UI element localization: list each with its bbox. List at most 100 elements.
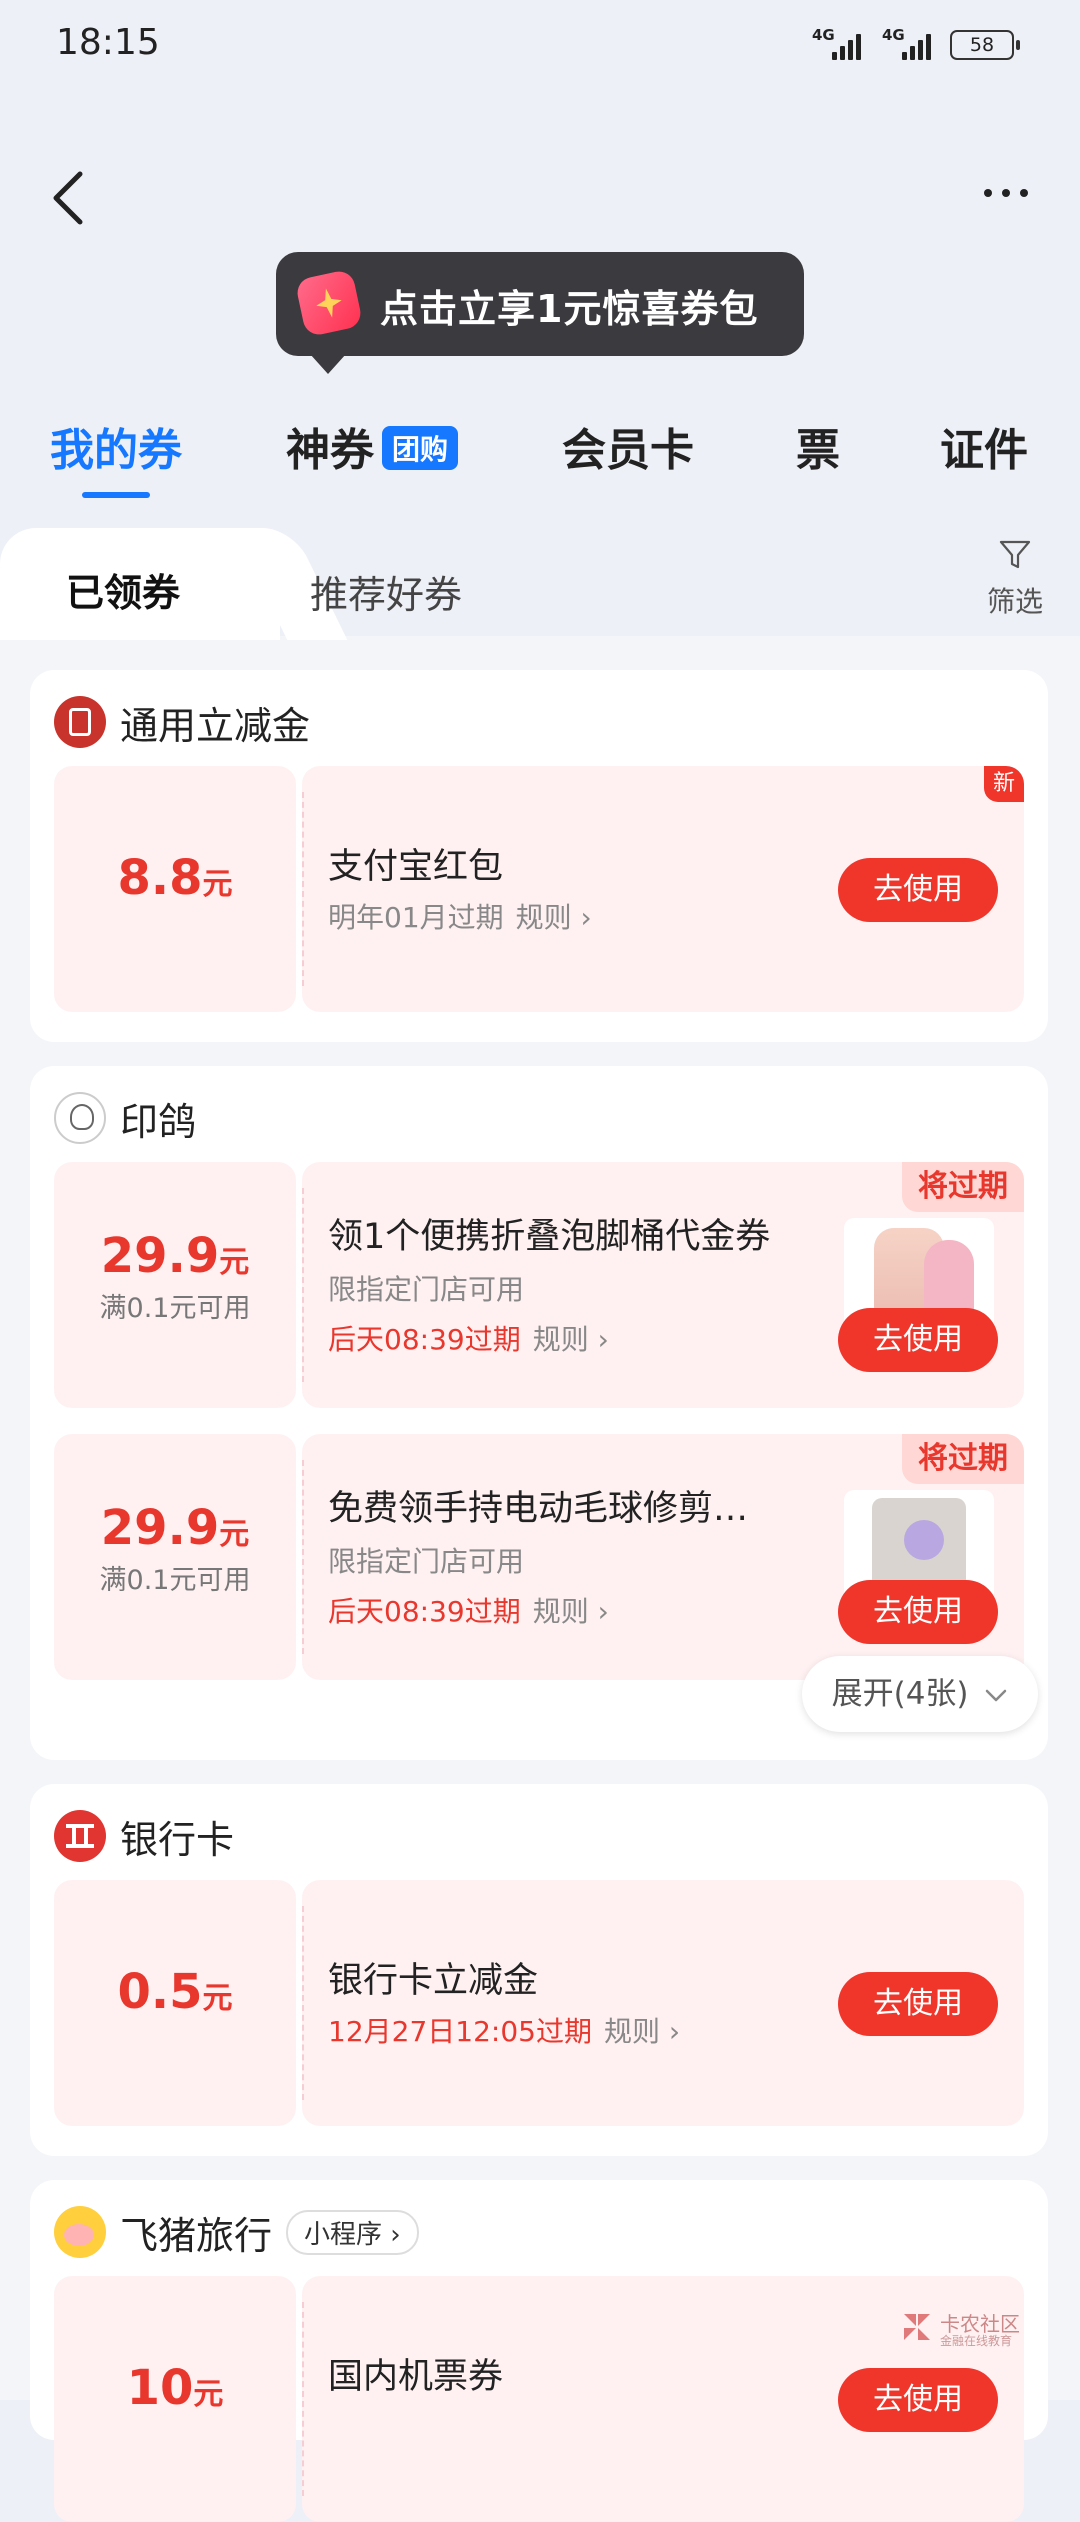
network-label-2: 4G (882, 26, 905, 44)
use-coupon-button[interactable]: 去使用 (838, 858, 998, 922)
battery-icon: 58 (950, 30, 1020, 60)
coupon-amount-area: 0.5元 (54, 1880, 296, 2126)
filter-icon (999, 540, 1031, 569)
filter-button[interactable]: 筛选 (980, 540, 1050, 620)
expand-label: 展开(4张) (831, 1676, 969, 1712)
filter-label: 筛选 (986, 585, 1043, 618)
tab-label: 我的券 (50, 425, 182, 476)
tab-member-cards[interactable]: 会员卡 (562, 414, 694, 478)
coupon-condition: 满0.1元可用 (99, 1565, 251, 1596)
promo-tooltip-text: 点击立享1元惊喜券包 (380, 287, 759, 331)
coupon-amount-area: 10元 (54, 2276, 296, 2522)
coupon-detail-area: 领1个便携折叠泡脚桶代金券 限指定门店可用 后天08:39过期 规则 › 去使用 … (302, 1162, 1024, 1408)
coupon-amount-area: 8.8元 (54, 766, 296, 1012)
more-dot-icon (984, 189, 992, 197)
coupon-expiry: 12月27日12:05过期 规则 › (328, 2015, 681, 2048)
coupon-item[interactable]: 29.9元 满0.1元可用 领1个便携折叠泡脚桶代金券 限指定门店可用 后天08… (54, 1162, 1024, 1408)
new-tag: 新 (984, 766, 1024, 802)
coupon-item[interactable]: 29.9元 满0.1元可用 免费领手持电动毛球修剪… 限指定门店可用 后天08:… (54, 1434, 1024, 1680)
coupon-subtitle: 限指定门店可用 (328, 1545, 525, 1578)
coupon-condition: 满0.1元可用 (99, 1293, 251, 1324)
mini-program-badge[interactable]: 小程序 › (286, 2209, 419, 2255)
use-coupon-button[interactable]: 去使用 (838, 1580, 998, 1644)
section-header: 飞猪旅行 小程序 › (54, 2204, 419, 2260)
rules-link[interactable]: 规则 › (516, 901, 592, 934)
coupon-title: 领1个便携折叠泡脚桶代金券 (328, 1217, 771, 1257)
use-coupon-button[interactable]: 去使用 (838, 1308, 998, 1372)
promo-tooltip[interactable]: 点击立享1元惊喜券包 (276, 252, 804, 374)
tab-tickets[interactable]: 票 (796, 414, 840, 478)
section-header: 印鸽 (54, 1090, 196, 1146)
coupon-item[interactable]: 10元 国内机票券 去使用 (54, 2276, 1024, 2522)
expand-button[interactable]: 展开(4张) (802, 1656, 1038, 1732)
coupon-expiry: 后天08:39过期 规则 › (328, 1323, 609, 1356)
coupon-amount: 10元 (126, 2360, 224, 2416)
section-header: 银行卡 (54, 1808, 234, 1864)
coupon-detail-area: 免费领手持电动毛球修剪… 限指定门店可用 后天08:39过期 规则 › 去使用 将… (302, 1434, 1024, 1680)
use-coupon-button[interactable]: 去使用 (838, 2368, 998, 2432)
section-card-general: 通用立减金 8.8元 支付宝红包 明年01月过期 规则 › 去使用 新 (30, 670, 1048, 1042)
coupon-expiry: 明年01月过期 规则 › (328, 901, 592, 934)
coupon-detail-area: 支付宝红包 明年01月过期 规则 › 去使用 新 (302, 766, 1024, 1012)
coupon-title: 国内机票券 (328, 2357, 504, 2397)
coupon-detail-area: 银行卡立减金 12月27日12:05过期 规则 › 去使用 (302, 1880, 1024, 2126)
subtab-recommended[interactable]: 推荐好券 (310, 564, 462, 619)
expiring-tag: 将过期 (902, 1434, 1024, 1484)
tab-my-coupons[interactable]: 我的券 (50, 414, 182, 498)
watermark: 卡农社区 金融在线教育 (900, 2306, 1030, 2352)
section-title: 飞猪旅行 (120, 2213, 273, 2258)
section-title: 通用立减金 (120, 703, 311, 748)
chevron-left-icon (53, 171, 83, 225)
signal-icon-2: 4G (882, 26, 931, 60)
coupon-item[interactable]: 0.5元 银行卡立减金 12月27日12:05过期 规则 › 去使用 (54, 1880, 1024, 2126)
watermark-subtext: 金融在线教育 (940, 2334, 1013, 2348)
tab-label: 证件 (940, 425, 1028, 476)
tab-documents[interactable]: 证件 (940, 414, 1028, 478)
coupon-amount-area: 29.9元 满0.1元可用 (54, 1434, 296, 1680)
group-buy-badge: 团购 (382, 426, 459, 470)
rules-link[interactable]: 规则 › (604, 2015, 680, 2048)
status-time: 18:15 (56, 22, 160, 63)
tab-label: 神券 (286, 425, 374, 476)
coupon-item[interactable]: 8.8元 支付宝红包 明年01月过期 规则 › 去使用 新 (54, 766, 1024, 1012)
chevron-down-icon (986, 1689, 1007, 1702)
subtab-claimed[interactable]: 已领券 (66, 562, 180, 617)
watermark-logo-icon (904, 2314, 930, 2340)
bank-icon (54, 1810, 106, 1862)
tab-super-coupons[interactable]: 神券 团购 (286, 414, 459, 478)
tab-label: 票 (796, 425, 840, 476)
more-dot-icon (1020, 189, 1028, 197)
coupon-amount: 29.9元 (100, 1500, 250, 1556)
coupon-amount: 0.5元 (117, 1964, 233, 2020)
red-envelope-icon (54, 696, 106, 748)
coupon-title: 支付宝红包 (328, 847, 504, 887)
rules-link[interactable]: 规则 › (533, 1595, 609, 1628)
coupon-subtitle: 限指定门店可用 (328, 1273, 525, 1306)
main-tabs: 我的券 神券 团购 会员卡 票 证件 (0, 400, 1080, 500)
signal-icon: 4G (812, 26, 861, 60)
use-coupon-button[interactable]: 去使用 (838, 1972, 998, 2036)
expiring-tag: 将过期 (902, 1162, 1024, 1212)
section-card-fliggy: 飞猪旅行 小程序 › 10元 国内机票券 去使用 (30, 2180, 1048, 2522)
section-header: 通用立减金 (54, 694, 310, 750)
rules-link[interactable]: 规则 › (533, 1323, 609, 1356)
coupon-amount: 8.8元 (117, 850, 233, 906)
coupon-amount: 29.9元 (100, 1228, 250, 1284)
section-title: 银行卡 (120, 1817, 235, 1862)
network-label: 4G (812, 26, 835, 44)
coupon-title: 免费领手持电动毛球修剪… (328, 1489, 749, 1529)
coupon-expiry: 后天08:39过期 规则 › (328, 1595, 609, 1628)
gift-icon (294, 268, 364, 338)
coupon-amount-area: 29.9元 满0.1元可用 (54, 1162, 296, 1408)
yinge-logo-icon (54, 1092, 106, 1144)
more-dot-icon (1002, 189, 1010, 197)
more-options-button[interactable] (984, 178, 1036, 208)
sub-tabs: 已领券 推荐好券 筛选 (0, 528, 1080, 640)
section-title: 印鸽 (120, 1099, 197, 1144)
section-card-yinge: 印鸽 29.9元 满0.1元可用 领1个便携折叠泡脚桶代金券 限指定门店可用 后… (30, 1066, 1048, 1760)
back-button[interactable] (48, 168, 98, 228)
fliggy-pig-icon (54, 2206, 106, 2258)
coupon-title: 银行卡立减金 (328, 1961, 539, 2001)
status-bar: 18:15 4G 4G 58 (0, 0, 1080, 90)
section-card-bank: 银行卡 0.5元 银行卡立减金 12月27日12:05过期 规则 › 去使用 (30, 1784, 1048, 2156)
